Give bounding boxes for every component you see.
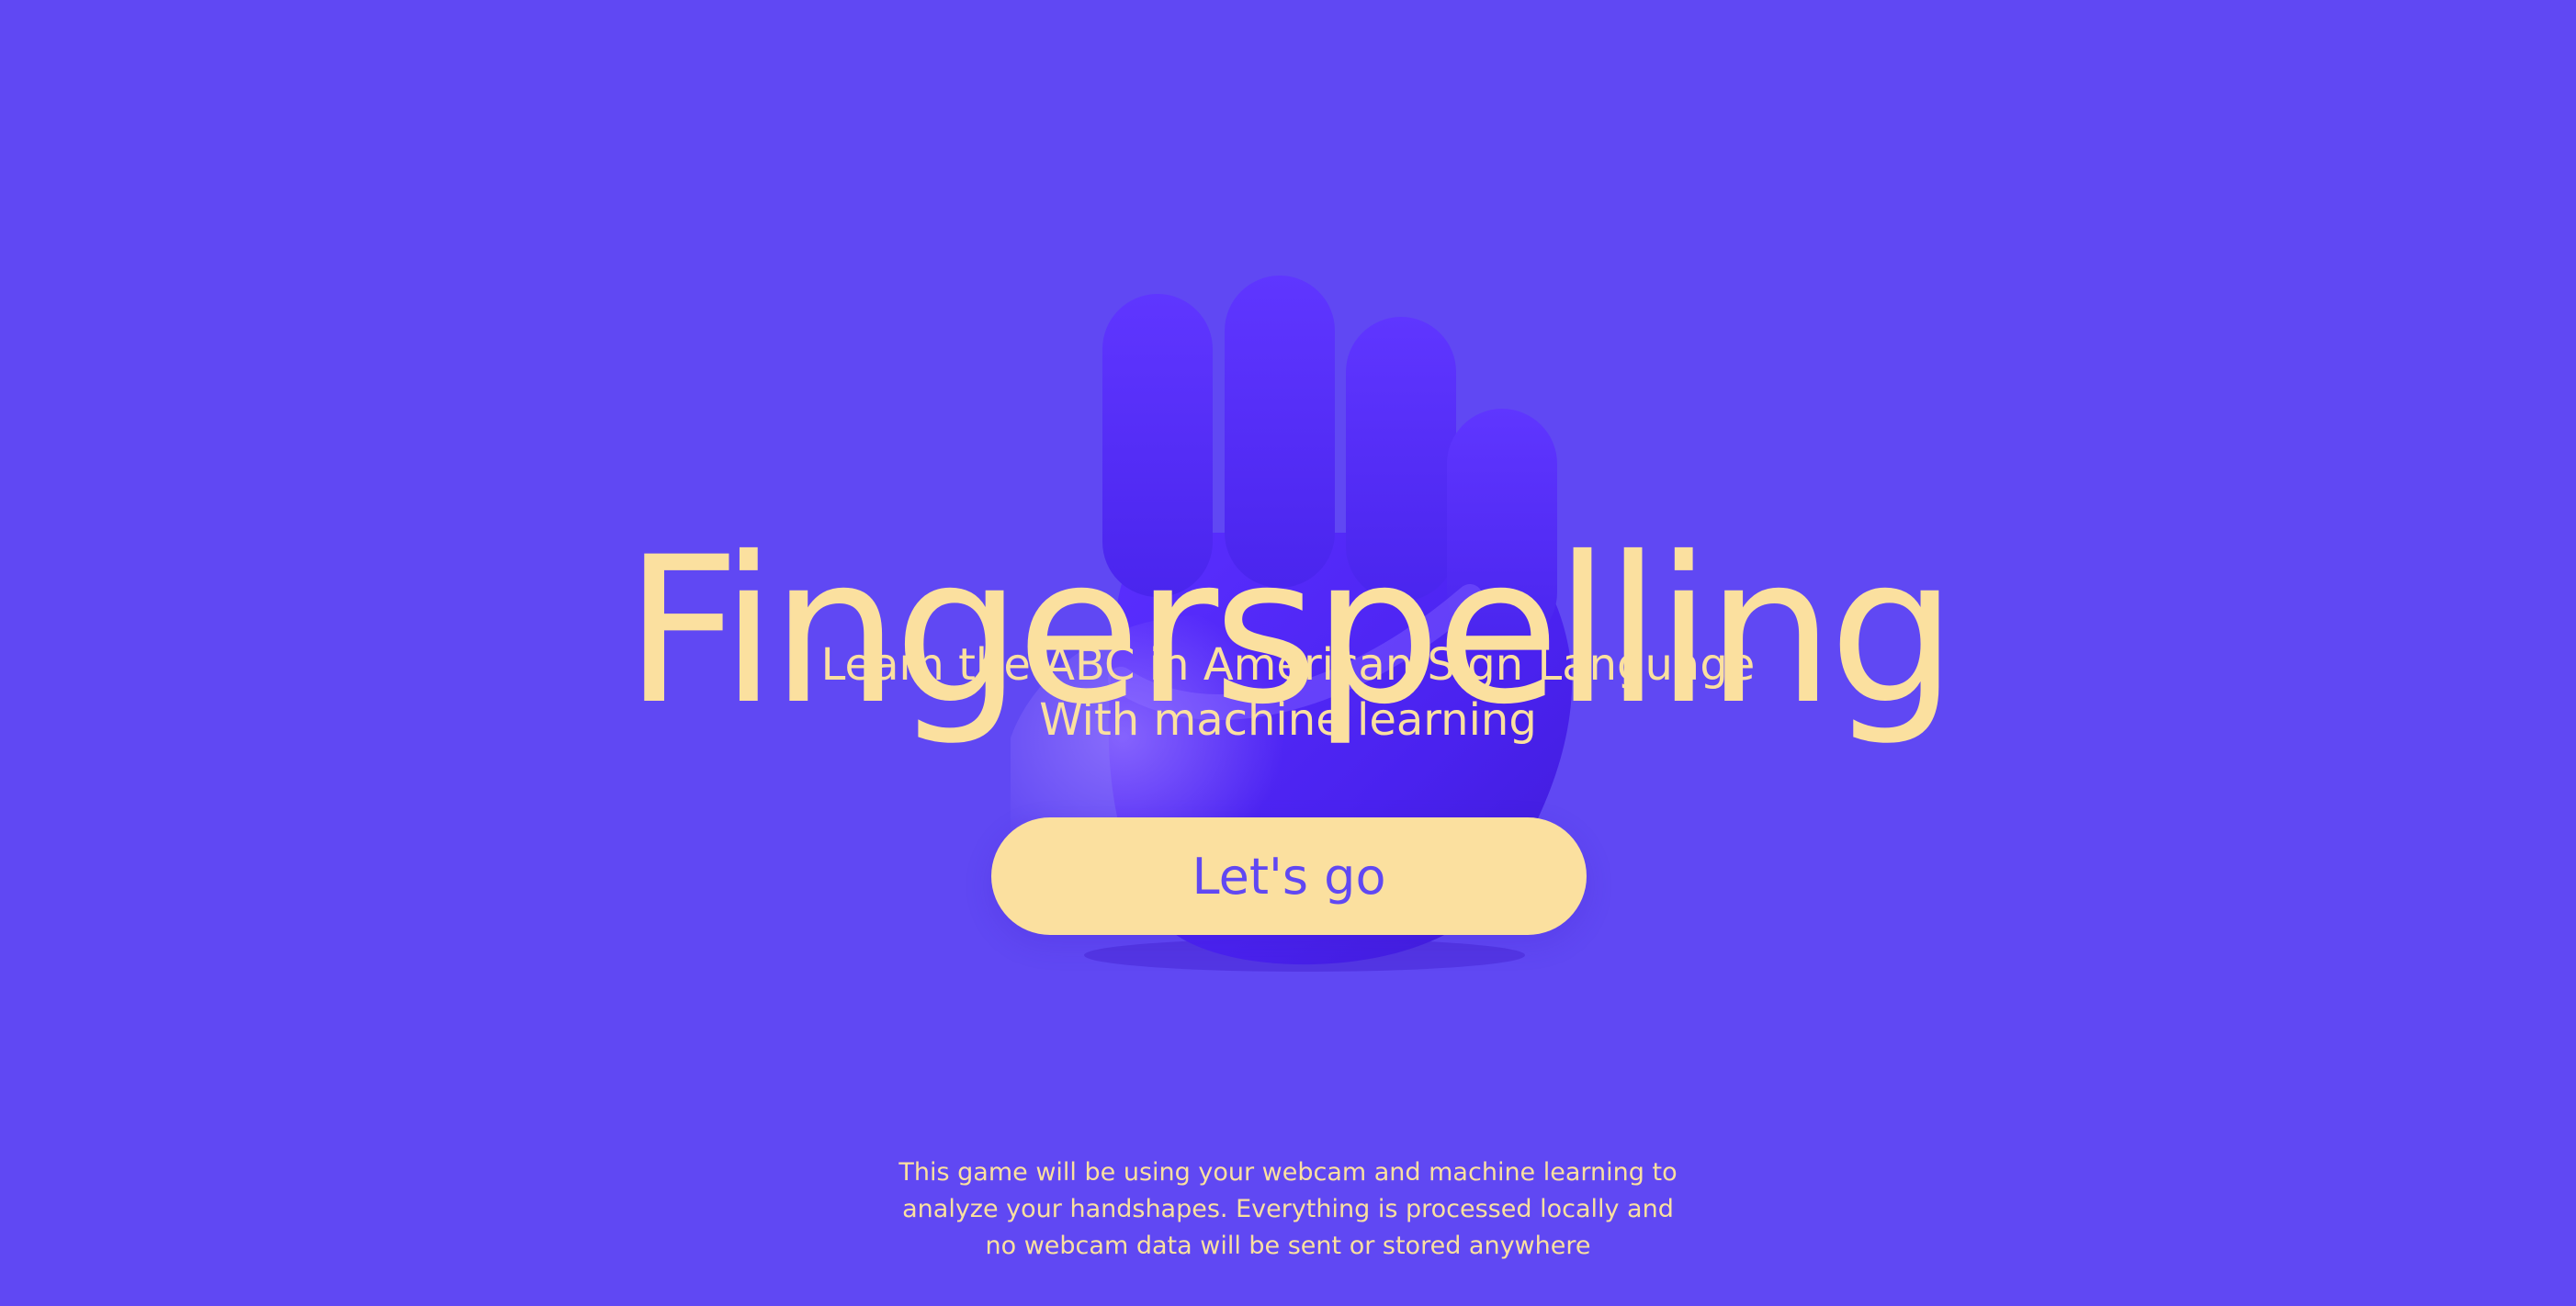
notice-line-3: no webcam data will be sent or stored an… bbox=[985, 1232, 1591, 1260]
webcam-privacy-notice: This game will be using your webcam and … bbox=[882, 1154, 1694, 1265]
notice-line-2: analyze your handshapes. Everything is p… bbox=[902, 1195, 1674, 1223]
subtitle-line-2: With machine learning bbox=[1039, 694, 1537, 746]
hero-section: Fingerspelling Learn the ABC in American… bbox=[0, 0, 2576, 1306]
notice-line-1: This game will be using your webcam and … bbox=[898, 1158, 1678, 1187]
lets-go-button[interactable]: Let's go bbox=[991, 817, 1587, 935]
subtitle-line-1: Learn the ABC in American Sign Language bbox=[820, 639, 1756, 691]
subtitle: Learn the ABC in American Sign Language … bbox=[0, 637, 2576, 748]
